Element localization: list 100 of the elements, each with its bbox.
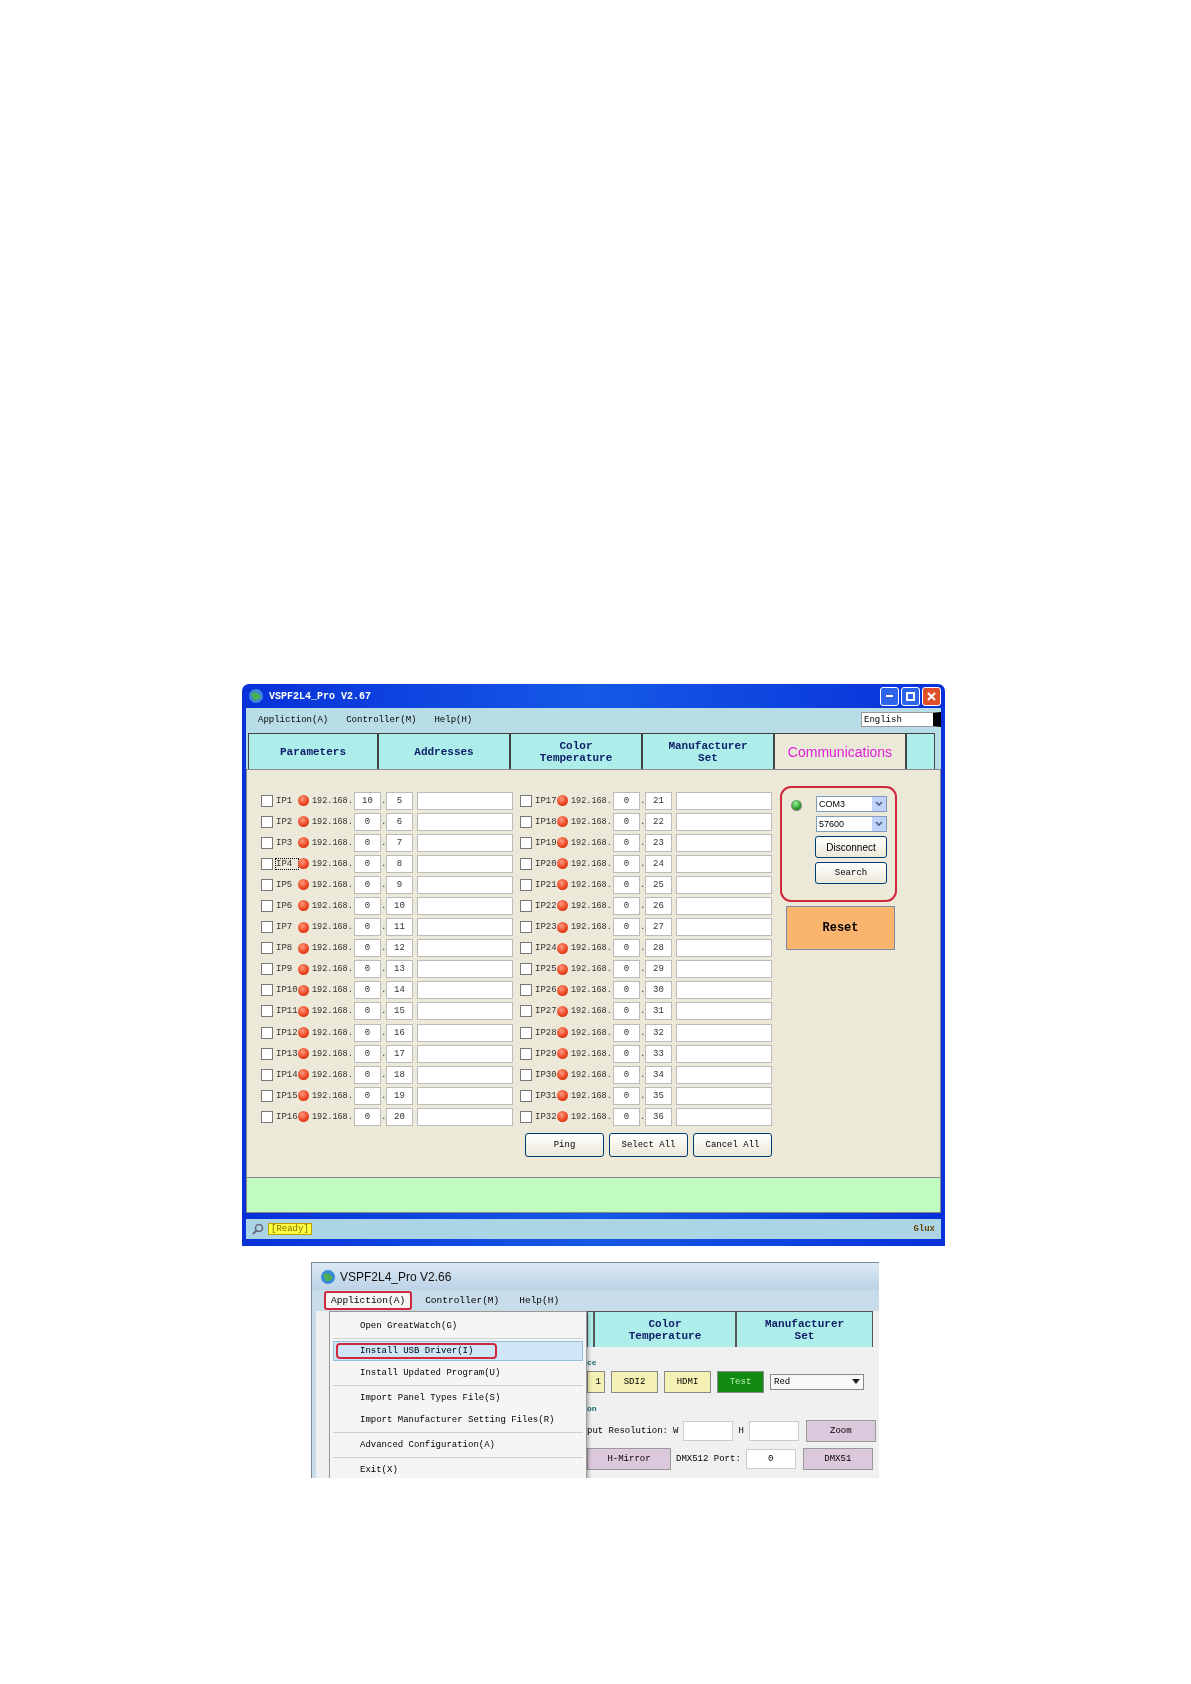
menu-entry[interactable]: Import Manufacturer Setting Files(R)	[333, 1410, 583, 1430]
name-field[interactable]	[417, 896, 513, 915]
checkbox[interactable]	[261, 1047, 273, 1060]
checkbox[interactable]	[520, 984, 532, 997]
octet-field[interactable]: 27	[645, 918, 672, 937]
octet-field[interactable]: 0	[354, 812, 381, 831]
source-button[interactable]: 1	[587, 1371, 605, 1393]
octet-field[interactable]: 0	[613, 833, 640, 852]
octet-field[interactable]: 35	[645, 1086, 672, 1105]
octet-field[interactable]: 0	[613, 1107, 640, 1126]
name-field[interactable]	[417, 1107, 513, 1126]
octet-field[interactable]: 16	[386, 1023, 413, 1042]
dmx-button[interactable]: DMX51	[802, 1448, 873, 1470]
menu-entry[interactable]: Install Updated Program(U)	[333, 1363, 583, 1383]
checkbox[interactable]	[261, 1110, 273, 1123]
tab[interactable]: Manufacturer Set	[736, 1311, 873, 1347]
octet-field[interactable]: 12	[386, 939, 413, 958]
octet-field[interactable]: 0	[354, 1086, 381, 1105]
name-field[interactable]	[417, 833, 513, 852]
octet-field[interactable]: 20	[386, 1107, 413, 1126]
checkbox[interactable]	[261, 794, 273, 807]
octet-field[interactable]: 0	[354, 896, 381, 915]
close-button[interactable]	[922, 686, 941, 706]
octet-field[interactable]: 32	[645, 1023, 672, 1042]
octet-field[interactable]: 0	[613, 1044, 640, 1063]
checkbox[interactable]	[520, 857, 532, 870]
octet-field[interactable]: 6	[386, 812, 413, 831]
octet-field[interactable]: 0	[354, 854, 381, 873]
action-button[interactable]: Ping	[525, 1133, 604, 1158]
octet-field[interactable]: 0	[613, 854, 640, 873]
menu-item[interactable]: Appliction(A)	[324, 1291, 413, 1310]
octet-field[interactable]: 0	[354, 939, 381, 958]
tab[interactable]	[587, 1311, 594, 1347]
zoom-button[interactable]: Zoom	[805, 1420, 876, 1442]
octet-field[interactable]: 30	[645, 981, 672, 1000]
menu-entry[interactable]: Install USB Driver(I)	[333, 1341, 583, 1361]
octet-field[interactable]: 19	[386, 1086, 413, 1105]
tab[interactable]: Addresses	[378, 733, 510, 769]
maximize-button[interactable]	[901, 686, 920, 706]
octet-field[interactable]: 33	[645, 1044, 672, 1063]
name-field[interactable]	[417, 1023, 513, 1042]
octet-field[interactable]: 0	[613, 875, 640, 894]
name-field[interactable]	[676, 896, 772, 915]
octet-field[interactable]: 0	[354, 1044, 381, 1063]
checkbox[interactable]	[520, 836, 532, 849]
name-field[interactable]	[676, 1065, 772, 1084]
source-button[interactable]: HDMI	[664, 1371, 711, 1393]
tab[interactable]: Color Temperature	[594, 1311, 736, 1347]
menu-entry[interactable]: Advanced Configuration(A)	[333, 1435, 583, 1455]
octet-field[interactable]: 23	[645, 833, 672, 852]
name-field[interactable]	[417, 918, 513, 937]
octet-field[interactable]: 0	[613, 1002, 640, 1021]
menu-item[interactable]: Controller(M)	[344, 713, 419, 726]
checkbox[interactable]	[261, 1068, 273, 1081]
disconnect-button[interactable]: Disconnect	[815, 836, 887, 858]
octet-field[interactable]: 36	[645, 1107, 672, 1126]
octet-field[interactable]: 8	[386, 854, 413, 873]
octet-field[interactable]: 21	[645, 791, 672, 810]
checkbox[interactable]	[520, 815, 532, 828]
octet-field[interactable]: 15	[386, 1002, 413, 1021]
name-field[interactable]	[417, 1086, 513, 1105]
octet-field[interactable]: 5	[386, 791, 413, 810]
checkbox[interactable]	[261, 1089, 273, 1102]
menu-entry[interactable]: Import Panel Types File(S)	[333, 1388, 583, 1408]
octet-field[interactable]: 0	[354, 1107, 381, 1126]
name-field[interactable]	[417, 791, 513, 810]
checkbox[interactable]	[520, 794, 532, 807]
action-button[interactable]: Cancel All	[693, 1133, 772, 1158]
checkbox[interactable]	[520, 1005, 532, 1018]
octet-field[interactable]: 0	[613, 1023, 640, 1042]
name-field[interactable]	[676, 875, 772, 894]
checkbox[interactable]	[261, 921, 273, 934]
baud-rate-select[interactable]: 57600	[816, 816, 887, 832]
checkbox[interactable]	[261, 899, 273, 912]
checkbox[interactable]	[520, 878, 532, 891]
name-field[interactable]	[417, 939, 513, 958]
checkbox[interactable]	[261, 963, 273, 976]
octet-field[interactable]: 0	[613, 981, 640, 1000]
octet-field[interactable]: 0	[613, 791, 640, 810]
checkbox[interactable]	[520, 921, 532, 934]
octet-field[interactable]: 7	[386, 833, 413, 852]
name-field[interactable]	[417, 854, 513, 873]
octet-field[interactable]: 0	[613, 939, 640, 958]
menu-item[interactable]: Help(H)	[432, 713, 475, 726]
octet-field[interactable]: 0	[354, 875, 381, 894]
octet-field[interactable]: 0	[613, 960, 640, 979]
octet-field[interactable]: 24	[645, 854, 672, 873]
octet-field[interactable]: 31	[645, 1002, 672, 1021]
name-field[interactable]	[676, 939, 772, 958]
octet-field[interactable]: 0	[354, 1065, 381, 1084]
checkbox[interactable]	[520, 1068, 532, 1081]
search-button[interactable]: Search	[815, 862, 887, 884]
width-field[interactable]	[683, 1421, 734, 1441]
octet-field[interactable]: 0	[354, 960, 381, 979]
octet-field[interactable]: 0	[613, 896, 640, 915]
checkbox[interactable]	[520, 1110, 532, 1123]
octet-field[interactable]: 26	[645, 896, 672, 915]
octet-field[interactable]: 0	[613, 812, 640, 831]
checkbox[interactable]	[520, 963, 532, 976]
name-field[interactable]	[676, 812, 772, 831]
